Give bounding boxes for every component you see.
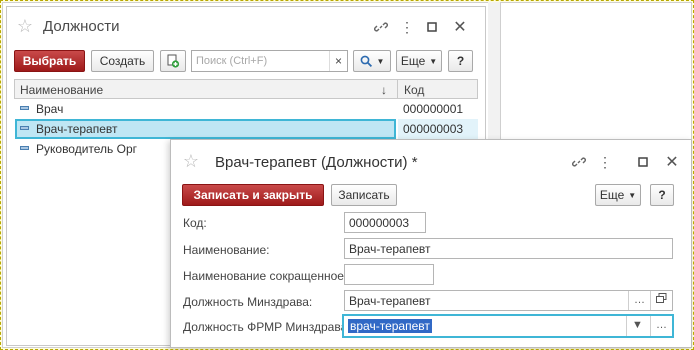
item-icon <box>20 106 29 110</box>
create-copy-button[interactable] <box>160 50 186 72</box>
maximize-icon[interactable] <box>422 17 442 37</box>
chevron-down-icon: ▼ <box>628 190 637 200</box>
item-icon <box>20 146 29 150</box>
minzdrav-position-field[interactable]: Врач-терапевт … <box>344 290 673 311</box>
magnifier-icon <box>360 55 372 67</box>
close-icon[interactable]: ✕ <box>662 152 682 172</box>
row-code: 000000003 <box>403 122 464 136</box>
row-name: Врач-терапевт <box>36 122 118 136</box>
select-ellipsis-icon[interactable]: … <box>628 291 650 310</box>
copy-icon <box>167 54 180 68</box>
link-icon[interactable] <box>371 17 391 37</box>
search-field[interactable]: Поиск (Ctrl+F) × <box>191 50 348 72</box>
search-options-button[interactable]: ▼ <box>353 50 391 72</box>
column-separator[interactable] <box>397 80 398 98</box>
clear-search-icon[interactable]: × <box>329 51 347 71</box>
create-button[interactable]: Создать <box>91 50 154 72</box>
table-header: Наименование ↓ Код <box>14 79 478 99</box>
help-button[interactable]: ? <box>650 184 674 206</box>
edit-window-title: Врач-терапевт (Должности) * <box>215 154 418 171</box>
item-icon <box>20 126 29 130</box>
row-name: Врач <box>36 102 64 116</box>
sort-arrow-icon[interactable]: ↓ <box>381 83 387 97</box>
more-vertical-icon[interactable]: ⋮ <box>397 17 417 37</box>
close-icon[interactable]: ✕ <box>450 17 470 37</box>
edit-window: ☆ Врач-терапевт (Должности) * ⋮ ✕ Записа… <box>170 139 692 348</box>
row-name: Руководитель Орг <box>36 142 138 156</box>
select-button[interactable]: Выбрать <box>14 50 85 72</box>
minzdrav-position-value: Врач-терапевт <box>349 294 431 308</box>
table-row[interactable]: Врач 000000001 <box>14 99 478 119</box>
table-row-selected[interactable]: Врач-терапевт 000000003 <box>14 119 478 139</box>
favorite-star-icon[interactable]: ☆ <box>181 151 201 171</box>
chevron-down-icon[interactable]: ▼ <box>626 316 648 336</box>
column-header-code[interactable]: Код <box>404 83 424 97</box>
chevron-down-icon: ▼ <box>376 56 385 66</box>
name-field[interactable]: Врач-терапевт <box>344 238 673 259</box>
frmr-position-field[interactable]: врач-терапевт ▼ … <box>342 314 674 338</box>
open-form-icon[interactable] <box>650 291 672 310</box>
more-button[interactable]: Еще ▼ <box>396 50 442 72</box>
code-field[interactable]: 000000003 <box>344 212 426 233</box>
maximize-icon[interactable] <box>633 152 653 172</box>
more-button-label: Еще <box>400 54 426 68</box>
save-button[interactable]: Записать <box>331 184 397 206</box>
favorite-star-icon[interactable]: ☆ <box>15 16 35 36</box>
frmr-position-value: врач-терапевт <box>348 319 432 333</box>
select-ellipsis-icon[interactable]: … <box>650 316 672 336</box>
minzdrav-position-label: Должность Минздрава: <box>183 295 313 309</box>
background-strip <box>488 2 500 142</box>
link-icon[interactable] <box>569 152 589 172</box>
short-name-label: Наименование сокращенное: <box>183 269 348 283</box>
more-vertical-icon[interactable]: ⋮ <box>595 152 615 172</box>
search-input[interactable]: Поиск (Ctrl+F) <box>192 55 329 67</box>
chevron-down-icon: ▼ <box>429 56 438 66</box>
code-label: Код: <box>183 216 207 230</box>
save-and-close-button[interactable]: Записать и закрыть <box>182 184 324 206</box>
short-name-field[interactable] <box>344 264 434 285</box>
help-button[interactable]: ? <box>448 50 473 72</box>
more-button-label: Еще <box>599 188 625 202</box>
more-button[interactable]: Еще ▼ <box>595 184 641 206</box>
frmr-position-label: Должность ФРМР Минздрава: <box>183 320 351 334</box>
row-code: 000000001 <box>403 102 464 116</box>
name-label: Наименование: <box>183 243 270 257</box>
list-window-title: Должности <box>43 18 120 35</box>
list-titlebar: ☆ Должности ⋮ ✕ <box>7 7 485 45</box>
column-header-name[interactable]: Наименование <box>20 83 103 97</box>
